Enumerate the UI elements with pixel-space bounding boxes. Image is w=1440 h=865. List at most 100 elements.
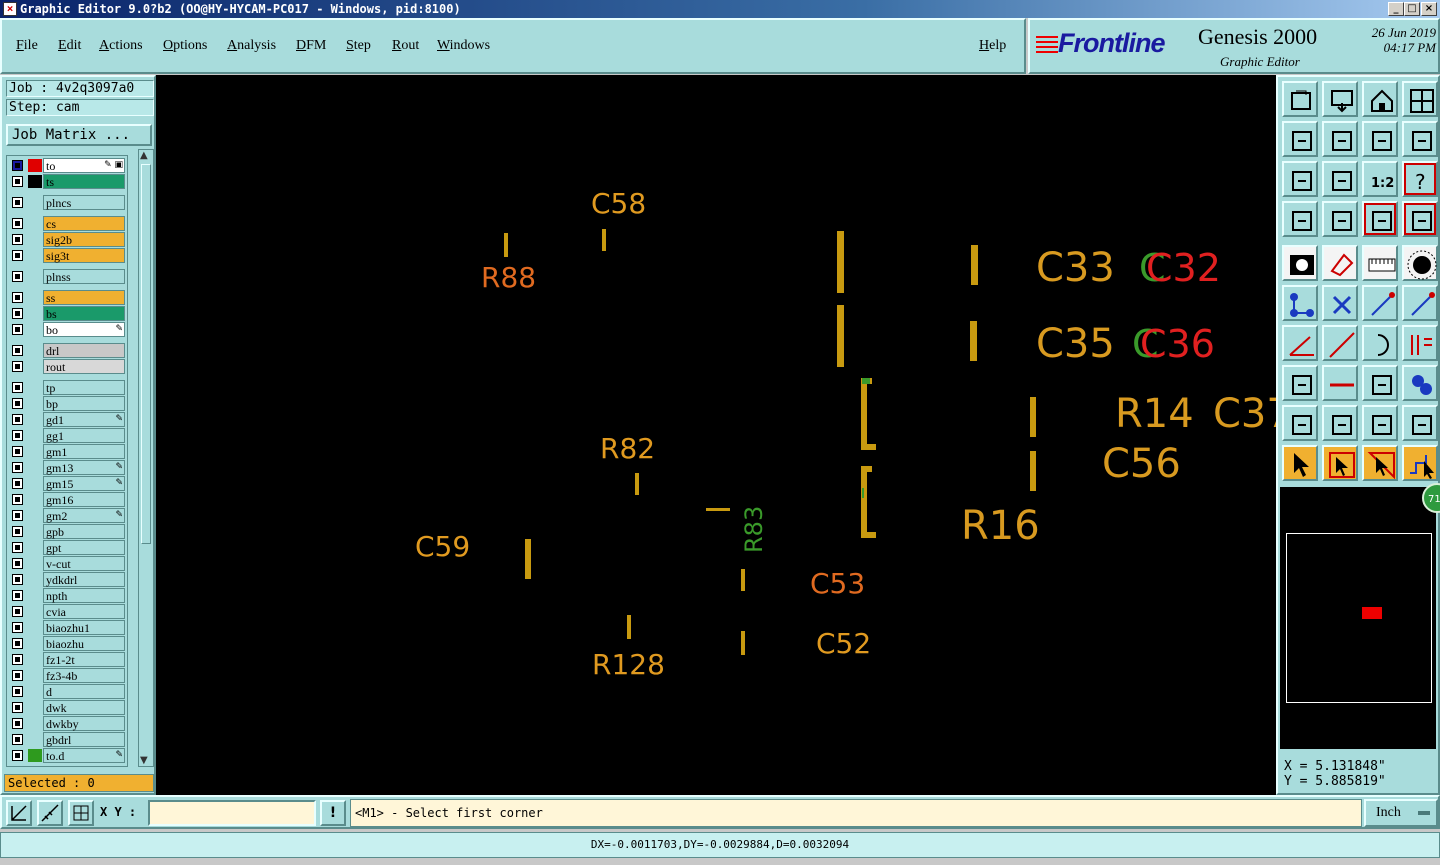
- save-view-icon[interactable]: [1322, 81, 1358, 117]
- layer-name[interactable]: v-cut: [43, 556, 125, 571]
- overview-map[interactable]: 71: [1280, 483, 1440, 749]
- layer-row-fz1-2t[interactable]: fz1-2t: [7, 652, 127, 667]
- layer-checkbox[interactable]: [12, 574, 23, 585]
- layer-checkbox[interactable]: [12, 234, 23, 245]
- layer-name[interactable]: rout: [43, 359, 125, 374]
- menu-dfm[interactable]: DFM: [296, 38, 326, 54]
- redraw-icon[interactable]: [1402, 121, 1438, 157]
- layer-name[interactable]: gm15: [43, 476, 125, 491]
- layer-name[interactable]: plncs: [43, 195, 125, 210]
- layer-checkbox[interactable]: [12, 382, 23, 393]
- layer-name[interactable]: biaozhu: [43, 636, 125, 651]
- cut-line-icon[interactable]: [1322, 365, 1358, 401]
- layer-row-gpb[interactable]: gpb: [7, 524, 127, 539]
- layer-row-sig2b[interactable]: sig2b: [7, 232, 127, 247]
- layer-checkbox[interactable]: [12, 398, 23, 409]
- layer-row-plnss[interactable]: plnss: [7, 269, 127, 284]
- split-view-icon[interactable]: [1402, 81, 1438, 117]
- layer-checkbox[interactable]: [12, 750, 23, 761]
- layer-row-bs[interactable]: bs: [7, 306, 127, 321]
- layer-row-bp[interactable]: bp: [7, 396, 127, 411]
- layer-name[interactable]: plnss: [43, 269, 125, 284]
- job-matrix-button[interactable]: Job Matrix ...: [6, 124, 152, 146]
- layer-row-plncs[interactable]: plncs: [7, 195, 127, 210]
- layer-name[interactable]: sig2b: [43, 232, 125, 247]
- layer-name[interactable]: tp: [43, 380, 125, 395]
- resize-icon[interactable]: [1362, 365, 1398, 401]
- layer-row-v-cut[interactable]: v-cut: [7, 556, 127, 571]
- layer-name[interactable]: npth: [43, 588, 125, 603]
- layer-name[interactable]: gbdrl: [43, 732, 125, 747]
- layer-checkbox[interactable]: [12, 446, 23, 457]
- layer-checkbox[interactable]: [12, 462, 23, 473]
- undo-zoom-icon[interactable]: [1362, 121, 1398, 157]
- layer-row-sig3t[interactable]: sig3t: [7, 248, 127, 263]
- angle-icon[interactable]: [1282, 325, 1318, 361]
- layer-checkbox[interactable]: [12, 526, 23, 537]
- layer-checkbox[interactable]: [12, 654, 23, 665]
- tools-icon[interactable]: [1282, 201, 1318, 237]
- layer-name[interactable]: sig3t: [43, 248, 125, 263]
- zoom-badge[interactable]: 71: [1422, 483, 1440, 513]
- layer-row-ydkdrl[interactable]: ydkdrl: [7, 572, 127, 587]
- menu-analysis[interactable]: Analysis: [227, 38, 276, 54]
- layer-color-swatch[interactable]: [28, 175, 42, 188]
- layer-color-swatch[interactable]: [28, 749, 42, 762]
- exclaim-button[interactable]: !: [320, 800, 346, 826]
- layer-row-gm15[interactable]: gm15 ✎: [7, 476, 127, 491]
- snapshot-icon[interactable]: [1282, 81, 1318, 117]
- layer-checkbox[interactable]: [12, 702, 23, 713]
- route-icon[interactable]: [1402, 445, 1438, 481]
- probe-icon[interactable]: [1322, 201, 1358, 237]
- xy-input[interactable]: [148, 800, 316, 826]
- grid-icon[interactable]: [68, 800, 94, 826]
- layer-row-gbdrl[interactable]: gbdrl: [7, 732, 127, 747]
- layer-row-rout[interactable]: rout: [7, 359, 127, 374]
- layer-checkbox[interactable]: [12, 361, 23, 372]
- layer-checkbox[interactable]: [12, 494, 23, 505]
- layer-row-dwk[interactable]: dwk: [7, 700, 127, 715]
- layer-checkbox[interactable]: [12, 558, 23, 569]
- ruler-icon[interactable]: [1362, 245, 1398, 281]
- layer-checkbox[interactable]: [12, 308, 23, 319]
- layer-checkbox[interactable]: [12, 478, 23, 489]
- layer-name[interactable]: ydkdrl: [43, 572, 125, 587]
- layer-scrollbar[interactable]: ▲ ▼: [138, 149, 154, 767]
- delete-icon[interactable]: [1322, 285, 1358, 321]
- layer-name[interactable]: drl: [43, 343, 125, 358]
- layers-net2-icon[interactable]: [1402, 201, 1438, 237]
- layer-checkbox[interactable]: [12, 670, 23, 681]
- layer-checkbox[interactable]: [12, 590, 23, 601]
- layer-name[interactable]: dwk: [43, 700, 125, 715]
- layer-checkbox[interactable]: [12, 197, 23, 208]
- layer-row-tp[interactable]: tp: [7, 380, 127, 395]
- layer-name[interactable]: gd1: [43, 412, 125, 427]
- layer-row-gm1[interactable]: gm1: [7, 444, 127, 459]
- layer-row-gpt[interactable]: gpt: [7, 540, 127, 555]
- home-icon[interactable]: [1362, 81, 1398, 117]
- unit-select[interactable]: Inch: [1364, 799, 1438, 827]
- layer-checkbox[interactable]: [12, 414, 23, 425]
- connect-icon[interactable]: [1282, 285, 1318, 321]
- copy-icon[interactable]: [1282, 365, 1318, 401]
- help-icon[interactable]: ?: [1402, 161, 1438, 197]
- fit-icon[interactable]: [1282, 161, 1318, 197]
- menu-windows[interactable]: Windows: [437, 38, 490, 54]
- layer-row-cvia[interactable]: cvia: [7, 604, 127, 619]
- menu-step[interactable]: Step: [346, 38, 371, 54]
- layer-checkbox[interactable]: [12, 160, 23, 171]
- layer-checkbox[interactable]: [12, 510, 23, 521]
- layer-row-gm2[interactable]: gm2 ✎: [7, 508, 127, 523]
- menu-actions[interactable]: Actions: [99, 38, 143, 54]
- layer-checkbox[interactable]: [12, 345, 23, 356]
- layer-row-biaozhu[interactable]: biaozhu: [7, 636, 127, 651]
- scroll-thumb[interactable]: [141, 164, 151, 544]
- layer-checkbox[interactable]: [12, 718, 23, 729]
- maximize-button[interactable]: □: [1404, 2, 1420, 16]
- menu-file[interactable]: File: [16, 38, 38, 54]
- menu-options[interactable]: Options: [163, 38, 207, 54]
- layer-checkbox[interactable]: [12, 622, 23, 633]
- layer-checkbox[interactable]: [12, 430, 23, 441]
- layer-checkbox[interactable]: [12, 606, 23, 617]
- scroll-up-icon[interactable]: ▲: [140, 150, 148, 161]
